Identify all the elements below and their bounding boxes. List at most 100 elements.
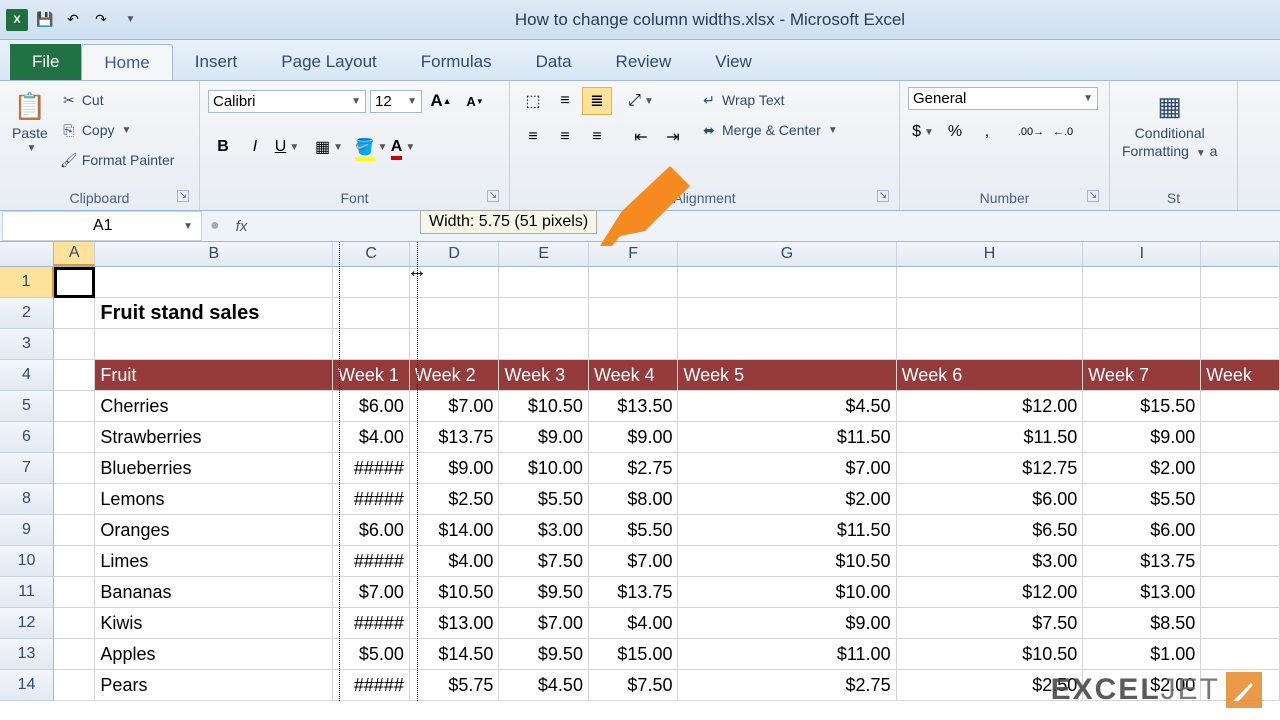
- column-header[interactable]: B: [95, 242, 333, 266]
- cell[interactable]: $3.00: [499, 515, 589, 546]
- cell[interactable]: $4.00: [589, 608, 679, 639]
- column-header[interactable]: H: [897, 242, 1084, 266]
- cell[interactable]: $10.50: [410, 577, 500, 608]
- align-middle-icon[interactable]: ≡: [550, 87, 580, 115]
- tab-review[interactable]: Review: [594, 44, 694, 80]
- dialog-launcher-icon[interactable]: ↘: [177, 190, 189, 202]
- cell[interactable]: $2.00: [678, 484, 896, 515]
- tab-file[interactable]: File: [10, 44, 81, 80]
- comma-icon[interactable]: ,: [972, 118, 1002, 146]
- cell[interactable]: $5.75: [410, 670, 500, 701]
- cell[interactable]: $9.50: [499, 639, 589, 670]
- cell[interactable]: Strawberries: [95, 422, 333, 453]
- select-all-corner[interactable]: [0, 242, 54, 266]
- cell[interactable]: [1083, 298, 1201, 329]
- cell[interactable]: [1201, 329, 1280, 360]
- cell[interactable]: Lemons: [95, 484, 333, 515]
- cell[interactable]: Week 2: [410, 360, 500, 391]
- dialog-launcher-icon[interactable]: ↘: [877, 190, 889, 202]
- cell[interactable]: [678, 329, 896, 360]
- cell[interactable]: [1201, 422, 1280, 453]
- conditional-formatting-button[interactable]: ▦ Conditional Formatting ▼ a: [1118, 87, 1221, 161]
- cell[interactable]: Limes: [95, 546, 333, 577]
- align-center-icon[interactable]: ≡: [550, 123, 580, 151]
- font-name-combo[interactable]: Calibri▼: [208, 90, 366, 113]
- align-bottom-icon[interactable]: ≣: [582, 87, 612, 115]
- cell[interactable]: [1201, 453, 1280, 484]
- cell[interactable]: Pears: [95, 670, 333, 701]
- cell[interactable]: [897, 267, 1084, 298]
- cell[interactable]: $2.00: [1083, 453, 1201, 484]
- underline-button[interactable]: U▼: [272, 133, 302, 161]
- dialog-launcher-icon[interactable]: ↘: [1087, 190, 1099, 202]
- cell[interactable]: $12.00: [897, 391, 1084, 422]
- cell[interactable]: [54, 484, 95, 515]
- cell[interactable]: [897, 298, 1084, 329]
- undo-icon[interactable]: ↶: [62, 9, 84, 31]
- cell[interactable]: [54, 329, 95, 360]
- cell[interactable]: $6.00: [897, 484, 1084, 515]
- align-top-icon[interactable]: ⬚: [518, 87, 548, 115]
- row-header[interactable]: 3: [0, 329, 54, 360]
- cell[interactable]: $13.00: [1083, 577, 1201, 608]
- cell[interactable]: $9.00: [678, 608, 896, 639]
- font-size-combo[interactable]: 12▼: [370, 90, 422, 113]
- cell[interactable]: $10.50: [897, 639, 1084, 670]
- cell[interactable]: Fruit: [95, 360, 333, 391]
- cell[interactable]: $6.00: [333, 515, 410, 546]
- column-header[interactable]: E: [499, 242, 588, 266]
- column-header[interactable]: G: [678, 242, 896, 266]
- decrease-decimal-icon[interactable]: ←.0: [1048, 118, 1078, 146]
- decrease-font-icon[interactable]: A▼: [460, 87, 490, 115]
- cell[interactable]: $4.00: [333, 422, 410, 453]
- number-format-combo[interactable]: General▼: [908, 87, 1098, 110]
- cell[interactable]: [410, 329, 500, 360]
- row-header[interactable]: 1: [0, 267, 54, 298]
- cell[interactable]: #####: [333, 670, 410, 701]
- cell[interactable]: $11.50: [897, 422, 1084, 453]
- cell[interactable]: $9.00: [499, 422, 589, 453]
- increase-font-icon[interactable]: A▲: [426, 87, 456, 115]
- cell[interactable]: Cherries: [95, 391, 333, 422]
- name-box[interactable]: A1▼: [2, 211, 202, 241]
- cell[interactable]: $1.00: [1083, 639, 1201, 670]
- cell[interactable]: $9.00: [589, 422, 679, 453]
- cell[interactable]: $10.50: [678, 546, 896, 577]
- cell[interactable]: $15.50: [1083, 391, 1201, 422]
- cancel-icon[interactable]: ●: [210, 217, 220, 235]
- cell[interactable]: Bananas: [95, 577, 333, 608]
- cell[interactable]: [54, 422, 95, 453]
- borders-button[interactable]: ▦▼: [314, 133, 344, 161]
- tab-view[interactable]: View: [693, 44, 774, 80]
- cell[interactable]: #####: [333, 484, 410, 515]
- cell[interactable]: Oranges: [95, 515, 333, 546]
- cell[interactable]: $12.00: [897, 577, 1084, 608]
- cell[interactable]: [897, 329, 1084, 360]
- cell[interactable]: [1201, 577, 1280, 608]
- row-header[interactable]: 6: [0, 422, 54, 453]
- cell[interactable]: Week 7: [1083, 360, 1201, 391]
- cell[interactable]: [499, 267, 589, 298]
- cell[interactable]: $10.50: [499, 391, 589, 422]
- percent-icon[interactable]: %: [940, 118, 970, 146]
- fx-icon[interactable]: fx: [230, 218, 254, 235]
- cell[interactable]: $5.50: [1083, 484, 1201, 515]
- row-header[interactable]: 11: [0, 577, 54, 608]
- cell[interactable]: Week 3: [499, 360, 589, 391]
- column-header[interactable]: I: [1083, 242, 1201, 266]
- cell[interactable]: [1201, 298, 1280, 329]
- cell[interactable]: $6.00: [333, 391, 410, 422]
- cell[interactable]: [589, 267, 679, 298]
- redo-icon[interactable]: ↷: [90, 9, 112, 31]
- cell[interactable]: $7.00: [678, 453, 896, 484]
- row-header[interactable]: 4: [0, 360, 54, 391]
- cell[interactable]: [1201, 639, 1280, 670]
- wrap-text-button[interactable]: ↵Wrap Text: [698, 87, 840, 113]
- cell[interactable]: $8.00: [589, 484, 679, 515]
- cell[interactable]: Week 1: [333, 360, 410, 391]
- cell[interactable]: [95, 329, 333, 360]
- cell[interactable]: [54, 670, 95, 701]
- cell[interactable]: Week 6: [897, 360, 1084, 391]
- cell[interactable]: $4.50: [499, 670, 589, 701]
- cell[interactable]: [410, 298, 500, 329]
